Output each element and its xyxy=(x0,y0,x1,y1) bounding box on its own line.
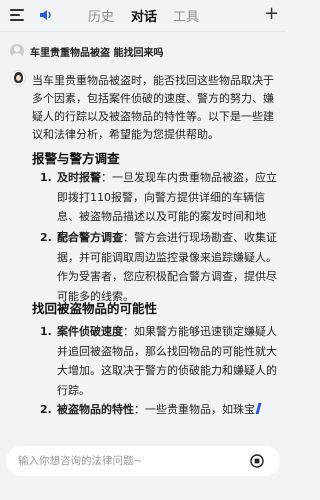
question-input[interactable] xyxy=(18,453,238,469)
item-number: 1. xyxy=(40,325,52,338)
item-keyword: 配合警方调查 xyxy=(57,231,123,244)
menu-icon[interactable] xyxy=(10,9,24,21)
item-number: 2. xyxy=(40,403,52,416)
section-heading: 找回被盗物品的可能性 xyxy=(32,301,158,316)
item-number: 1. xyxy=(40,171,52,184)
section-heading: 报警与警方调查 xyxy=(32,151,120,166)
item-keyword: 被盗物品的特性 xyxy=(57,403,134,416)
typing-caret xyxy=(255,403,262,414)
chat-input-bar xyxy=(6,446,280,476)
stop-icon[interactable] xyxy=(250,454,264,468)
tab-chat[interactable]: 对话 xyxy=(131,6,157,25)
header-divider xyxy=(0,31,286,32)
item-text: ：一些贵重物品，如珠宝 xyxy=(134,403,255,416)
tab-tools[interactable]: 工具 xyxy=(173,6,199,25)
plus-icon[interactable]: + xyxy=(264,5,279,23)
speaker-icon[interactable] xyxy=(38,7,54,23)
answer-intro: 当车里贵重物品被盗时，能否找回这些物品取决于多个因素，包括案件侦破的速度、警方的… xyxy=(32,74,274,141)
assistant-avatar xyxy=(10,70,26,86)
tab-history[interactable]: 历史 xyxy=(88,6,114,25)
item-keyword: 案件侦破速度 xyxy=(57,325,123,338)
item-keyword: 及时报警 xyxy=(57,171,101,184)
top-bar: 历史 对话 工具 + xyxy=(0,0,286,30)
question-text: 车里贵重物品被盗 能找回来吗 xyxy=(30,47,164,59)
user-question: 车里贵重物品被盗 能找回来吗 xyxy=(10,42,280,60)
item-number: 2. xyxy=(40,231,52,244)
user-avatar xyxy=(10,44,24,58)
